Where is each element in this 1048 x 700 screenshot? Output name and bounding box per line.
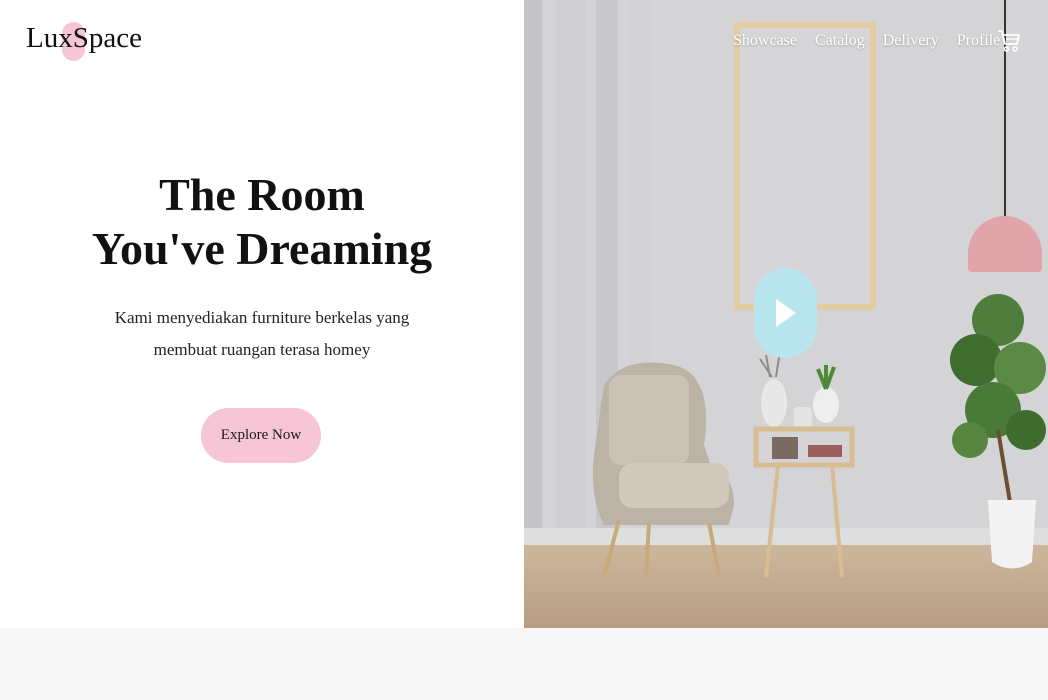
nav-item-delivery[interactable]: Delivery xyxy=(883,32,939,50)
side-table-illustration xyxy=(753,350,855,578)
nav-item-showcase[interactable]: Showcase xyxy=(733,32,797,50)
hero-image: Showcase Catalog Delivery Profile xyxy=(524,0,1048,628)
brand-logo[interactable]: LuxSpace xyxy=(26,22,142,64)
pendant-lamp xyxy=(968,216,1042,272)
nav-item-profile[interactable]: Profile xyxy=(957,32,1001,50)
wall-panel xyxy=(524,0,542,530)
wall-picture-frame xyxy=(734,22,876,310)
armchair-illustration xyxy=(592,362,734,578)
hero-subtitle-line-2: membuat ruangan terasa homey xyxy=(153,340,371,359)
explore-now-button[interactable]: Explore Now xyxy=(201,408,321,463)
nav-item-catalog[interactable]: Catalog xyxy=(815,32,865,50)
hero-subtitle-line-1: Kami menyediakan furniture berkelas yang xyxy=(114,308,410,327)
brand-name: LuxSpace xyxy=(26,22,142,54)
next-section-band xyxy=(0,628,1048,700)
hero-section: LuxSpace The Room You've Dreaming Kami m… xyxy=(0,0,1048,628)
cart-icon[interactable] xyxy=(996,28,1022,54)
play-icon xyxy=(776,299,796,327)
main-nav: Showcase Catalog Delivery Profile xyxy=(733,32,1000,50)
hero-headline-line-2: You've Dreaming xyxy=(91,223,433,274)
play-video-button[interactable] xyxy=(754,268,817,358)
hero-left-panel: LuxSpace The Room You've Dreaming Kami m… xyxy=(0,0,524,628)
hero-headline-line-1: The Room xyxy=(159,169,365,220)
wall-panel xyxy=(556,0,586,530)
hero-headline: The Room You've Dreaming xyxy=(0,168,524,276)
potted-plant-illustration xyxy=(950,294,1046,569)
hero-subtitle: Kami menyediakan furniture berkelas yang… xyxy=(0,302,524,366)
